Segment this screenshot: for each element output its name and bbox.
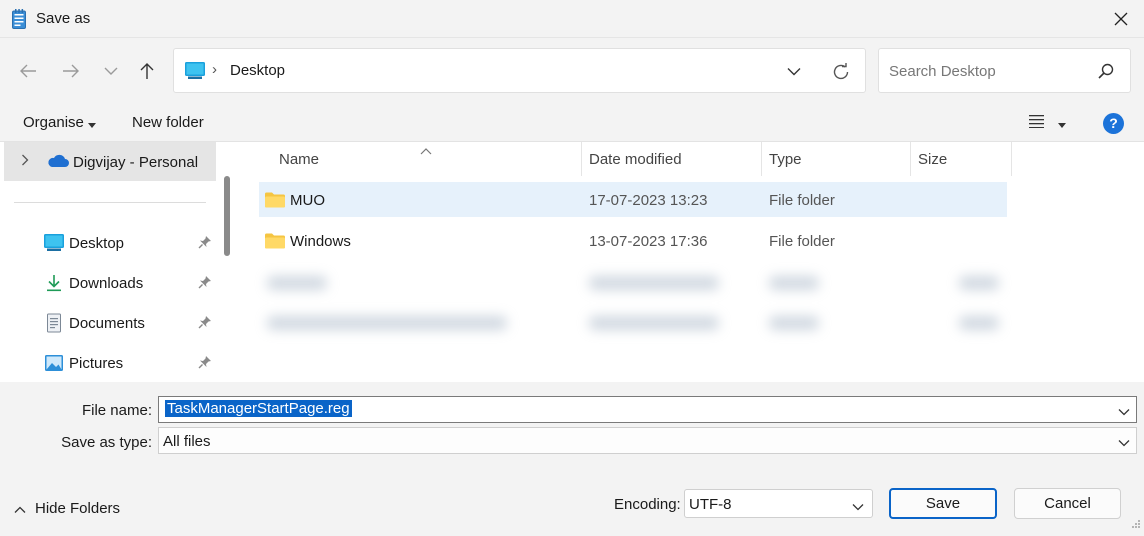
notepad-icon	[12, 9, 26, 29]
caret-down-icon[interactable]	[88, 116, 96, 133]
desktop-icon	[44, 233, 64, 253]
save-as-type-label: Save as type:	[61, 434, 152, 451]
save-button[interactable]: Save	[889, 488, 997, 519]
folder-icon	[265, 192, 285, 212]
hide-folders-button[interactable]: Hide Folders	[35, 500, 120, 517]
column-header-name[interactable]: Name	[279, 142, 582, 176]
pin-icon[interactable]	[198, 355, 212, 373]
refresh-icon	[833, 63, 849, 80]
forward-button[interactable]	[56, 56, 86, 86]
breadcrumb-separator-icon: ›	[212, 61, 217, 78]
file-row-muo[interactable]: MUO 17-07-2023 13:23 File folder	[259, 182, 1007, 217]
breadcrumb-desktop[interactable]: Desktop	[230, 62, 285, 79]
chevron-down-icon	[787, 67, 801, 75]
encoding-label: Encoding:	[614, 496, 681, 513]
blurred-file-rows	[259, 262, 1049, 342]
address-bar[interactable]: › Desktop	[173, 48, 866, 93]
sidebar-item-pictures[interactable]: Pictures	[0, 345, 216, 381]
sidebar-item-onedrive[interactable]: Digvijay - Personal	[4, 142, 216, 181]
file-name-input[interactable]: TaskManagerStartPage.reg	[158, 396, 1137, 423]
save-as-type-value: All files	[163, 433, 211, 450]
chevron-down-icon	[104, 67, 118, 75]
pin-icon[interactable]	[198, 275, 212, 293]
desktop-icon	[185, 62, 205, 83]
search-placeholder: Search Desktop	[889, 63, 996, 80]
save-as-type-select[interactable]: All files	[158, 427, 1137, 454]
up-button[interactable]	[132, 56, 162, 86]
sidebar-item-label: Documents	[69, 315, 145, 332]
help-button[interactable]: ?	[1103, 113, 1124, 134]
sidebar-item-label: Desktop	[69, 235, 125, 252]
resize-grip-icon[interactable]	[1131, 516, 1141, 533]
column-header-date-modified[interactable]: Date modified	[589, 142, 762, 176]
pictures-icon	[44, 353, 64, 373]
sidebar-item-documents[interactable]: Documents	[0, 305, 216, 341]
file-date: 13-07-2023 17:36	[589, 233, 708, 250]
back-button[interactable]	[13, 56, 43, 86]
forward-arrow-icon	[63, 64, 79, 78]
column-header-type[interactable]: Type	[769, 142, 911, 176]
file-name-value[interactable]: TaskManagerStartPage.reg	[165, 400, 352, 417]
file-list: Name Date modified Type Size MUO 17-07-2…	[237, 142, 1144, 382]
navigation-pane: Digvijay - Personal Desktop Downloads Do…	[0, 142, 237, 382]
downloads-icon	[44, 273, 64, 293]
file-type: File folder	[769, 233, 835, 250]
navigation-bar: › Desktop Search Desktop	[0, 38, 1144, 102]
title-bar: Save as	[0, 0, 1144, 38]
file-name: MUO	[290, 192, 325, 209]
back-arrow-icon	[20, 64, 36, 78]
cancel-button[interactable]: Cancel	[1014, 488, 1121, 519]
onedrive-cloud-icon	[47, 154, 69, 172]
chevron-down-icon[interactable]	[1118, 403, 1130, 420]
address-dropdown-button[interactable]	[781, 59, 807, 83]
file-name-label: File name:	[81, 402, 152, 419]
recent-locations-button[interactable]	[96, 56, 126, 86]
sidebar-scrollbar[interactable]	[224, 176, 230, 256]
chevron-down-icon[interactable]	[1118, 434, 1130, 451]
divider	[14, 202, 206, 203]
up-arrow-icon	[140, 63, 154, 79]
search-icon[interactable]	[1098, 63, 1114, 83]
file-type: File folder	[769, 192, 835, 209]
chevron-up-icon[interactable]	[14, 501, 26, 518]
folder-icon	[265, 233, 285, 253]
sidebar-item-label: Digvijay - Personal	[73, 154, 199, 171]
dialog-footer: Hide Folders Encoding: UTF-8 Save Cancel	[0, 466, 1144, 536]
column-header-size[interactable]: Size	[918, 142, 1012, 176]
sidebar-item-desktop[interactable]: Desktop	[0, 225, 216, 261]
pin-icon[interactable]	[198, 235, 212, 253]
documents-icon	[44, 313, 64, 333]
file-name: Windows	[290, 233, 351, 250]
close-button[interactable]	[1098, 0, 1144, 38]
pin-icon[interactable]	[198, 315, 212, 333]
view-options-icon[interactable]	[1027, 114, 1045, 132]
encoding-select[interactable]: UTF-8	[684, 489, 873, 518]
encoding-value: UTF-8	[689, 496, 732, 513]
file-row-windows[interactable]: Windows 13-07-2023 17:36 File folder	[259, 223, 1007, 258]
window-title: Save as	[36, 10, 91, 27]
close-icon	[1114, 12, 1128, 26]
sidebar-item-downloads[interactable]: Downloads	[0, 265, 216, 301]
file-date: 17-07-2023 13:23	[589, 192, 708, 209]
command-toolbar: Organise New folder ?	[0, 102, 1144, 142]
chevron-down-icon[interactable]	[852, 498, 864, 515]
save-options-panel: File name: TaskManagerStartPage.reg Save…	[0, 382, 1144, 466]
caret-down-icon[interactable]	[1058, 116, 1066, 133]
chevron-right-icon[interactable]	[21, 153, 29, 170]
new-folder-button[interactable]: New folder	[132, 114, 204, 131]
search-input[interactable]: Search Desktop	[878, 48, 1131, 93]
sidebar-item-label: Pictures	[69, 355, 124, 372]
organise-menu[interactable]: Organise	[23, 114, 84, 131]
refresh-button[interactable]	[827, 58, 855, 86]
sidebar-item-label: Downloads	[69, 275, 144, 292]
